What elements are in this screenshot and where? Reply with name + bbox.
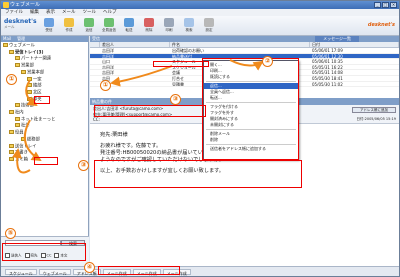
callout-3b: ③ [78,160,89,171]
folder-highlight-2 [34,157,58,165]
annotation-arrows [11,59,264,174]
preview-header-highlight [94,105,206,117]
callout-3a: ③ [170,94,181,105]
arrow-1 [110,65,173,87]
arrow-4 [11,148,31,174]
taskbar-highlight [98,266,180,275]
callout-1b: ① [6,74,17,85]
body-highlight [94,160,302,188]
arrow-3 [23,119,42,162]
selected-row-highlight [153,61,209,67]
search-panel-highlight [2,243,86,261]
callout-2: ② [262,56,273,67]
context-menu-highlight [202,58,299,160]
callout-4: ④ [84,262,95,273]
folder-highlight-1 [34,96,50,104]
callout-1a: ① [100,80,111,91]
callout-5: ⑤ [5,228,16,239]
